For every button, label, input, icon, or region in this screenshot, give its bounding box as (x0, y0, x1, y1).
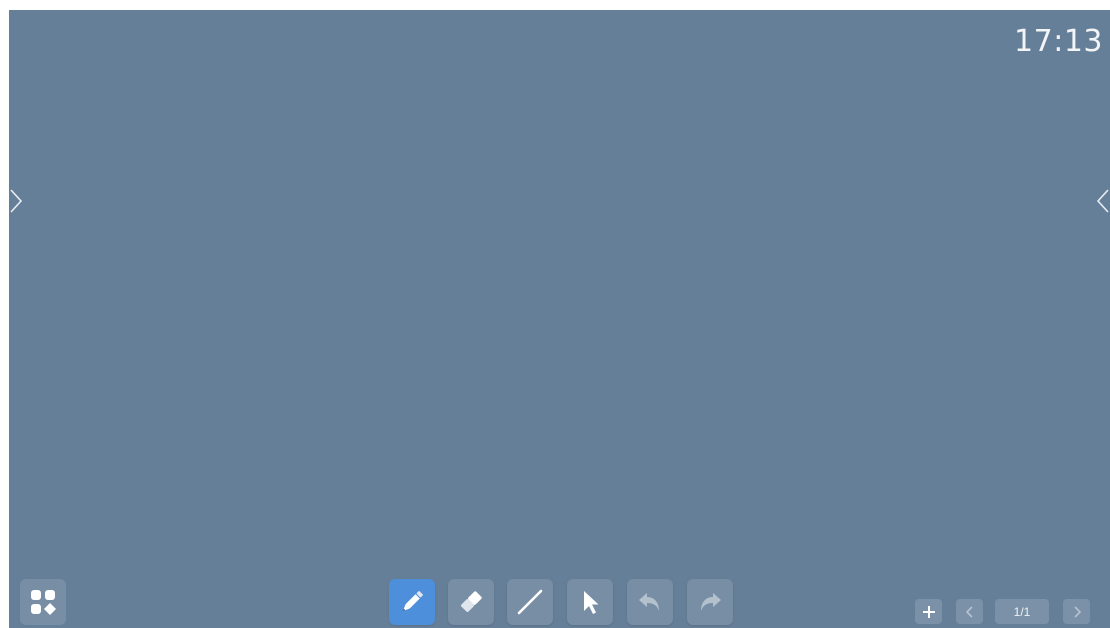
select-tool-button[interactable] (567, 579, 613, 625)
redo-icon (701, 593, 721, 611)
line-icon (517, 589, 543, 615)
add-page-button[interactable] (915, 599, 942, 624)
plus-icon (922, 605, 935, 618)
line-tool-button[interactable] (507, 579, 553, 625)
right-panel-toggle[interactable] (1096, 188, 1110, 214)
whiteboard-canvas[interactable]: 17:13 1/1 (9, 10, 1110, 628)
left-panel-toggle[interactable] (9, 188, 23, 214)
undo-button[interactable] (627, 579, 673, 625)
eraser-tool-button[interactable] (448, 579, 494, 625)
apps-grid-icon (31, 590, 56, 615)
eraser-icon (461, 591, 482, 612)
clock: 17:13 (1014, 24, 1103, 59)
undo-icon (639, 593, 659, 611)
page-indicator: 1/1 (995, 599, 1049, 624)
chevron-right-icon (10, 189, 23, 213)
apps-button[interactable] (20, 579, 66, 625)
pen-tool-button[interactable] (389, 579, 435, 625)
prev-page-button[interactable] (956, 599, 983, 624)
chevron-right-icon (1073, 605, 1081, 618)
redo-button[interactable] (687, 579, 733, 625)
cursor-icon (584, 591, 599, 614)
pencil-icon (402, 591, 423, 612)
chevron-left-icon (1096, 189, 1109, 213)
chevron-left-icon (965, 605, 973, 618)
next-page-button[interactable] (1063, 599, 1090, 624)
